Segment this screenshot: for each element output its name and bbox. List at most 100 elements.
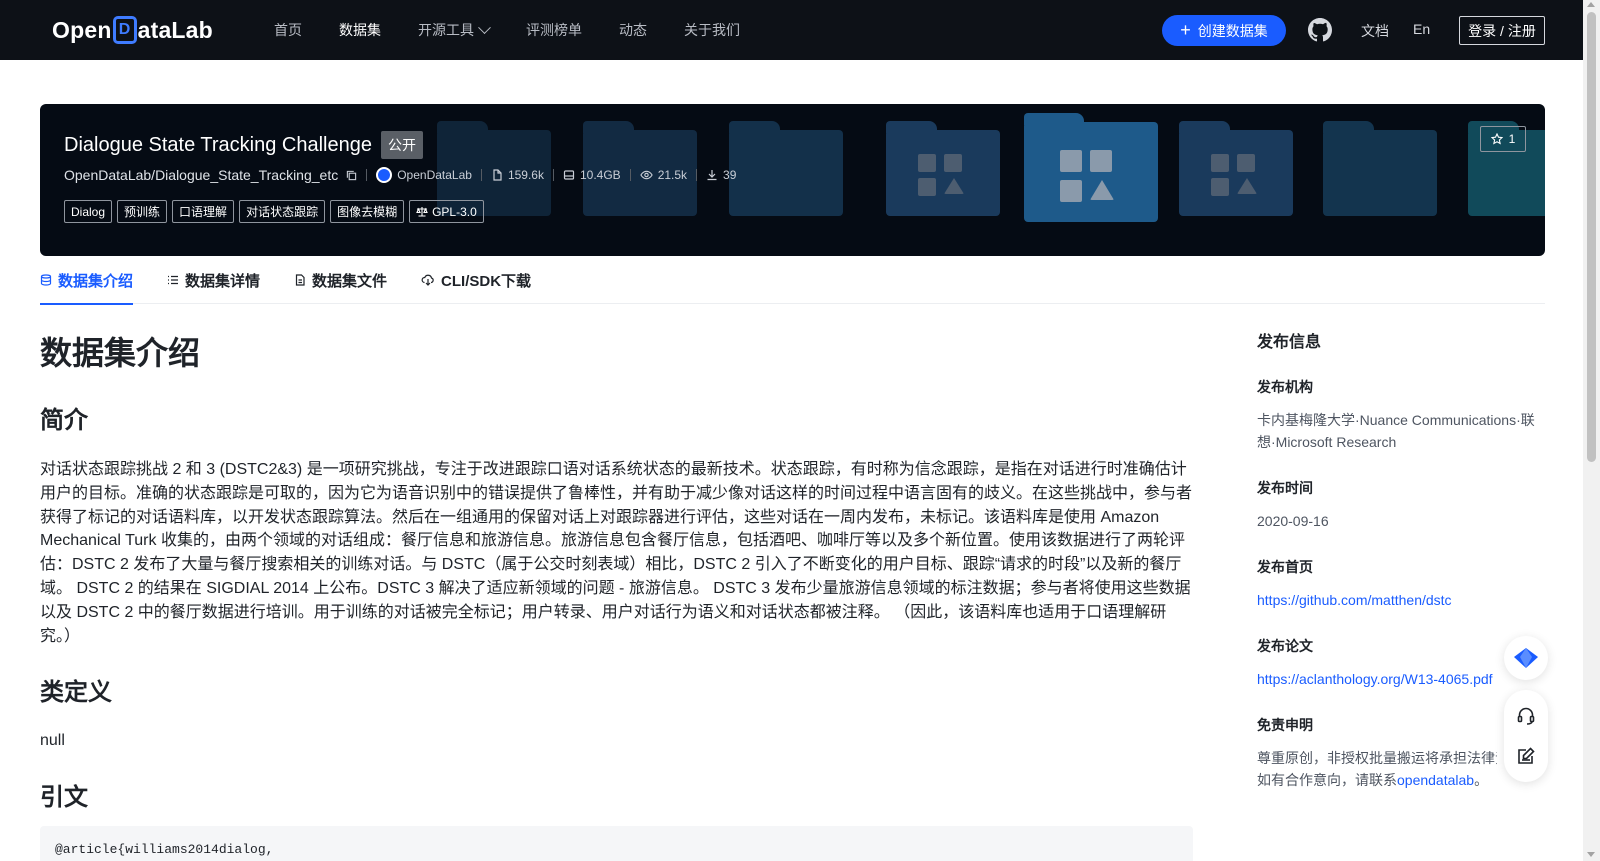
nav-item-leaderboard[interactable]: 评测榜单 [526,20,582,40]
dataset-tags: Dialog 预训练 口语理解 对话状态跟踪 图像去模糊 GPL-3.0 [64,200,489,223]
intro-paragraph: 对话状态跟踪挑战 2 和 3 (DSTC2&3) 是一项研究挑战，专注于改进跟踪… [40,461,1193,645]
nav-menu: 首页 数据集 开源工具 评测榜单 动态 关于我们 [274,0,777,60]
tab-details[interactable]: 数据集详情 [167,256,260,304]
org-value: 卡内基梅隆大学·Nuance Communications·联想·Microso… [1257,412,1535,450]
section-heading-intro: 简介 [40,407,88,434]
main-content: 数据集介绍 简介 对话状态跟踪挑战 2 和 3 (DSTC2&3) 是一项研究挑… [40,320,1193,812]
folder-decoration-icon [886,121,1000,216]
nav-item-label: 关于我们 [684,22,740,38]
feedback-edit-icon[interactable] [1516,746,1536,766]
dataset-title: Dialogue State Tracking Challenge [64,133,372,156]
meta-divider [366,169,368,181]
homepage-link[interactable]: https://github.com/matthen/dstc [1257,589,1537,611]
disclaimer-text-prefix: 如有合作意向，请联系 [1257,772,1397,788]
nav-item-about[interactable]: 关于我们 [684,20,740,40]
scroll-thumb[interactable] [1587,12,1596,462]
download-icon [707,170,717,181]
tab-label: 数据集详情 [185,272,261,290]
nav-item-news[interactable]: 动态 [619,20,647,40]
database-icon [40,274,52,286]
create-dataset-button[interactable]: + 创建数据集 [1162,15,1286,46]
page-title: 数据集介绍 [40,335,201,371]
nav-item-label: 评测榜单 [526,22,582,38]
create-dataset-label: 创建数据集 [1197,22,1268,39]
tab-cli-sdk[interactable]: CLI/SDK下载 [421,256,531,304]
floating-tools-panel [1504,690,1548,782]
paper-link[interactable]: https://aclanthology.org/W13-4065.pdf [1257,668,1537,690]
disclaimer-text-suffix: 。 [1474,772,1489,788]
login-register-button[interactable]: 登录 / 注册 [1459,16,1545,45]
tag[interactable]: 对话状态跟踪 [239,200,326,223]
paper-label: 发布论文 [1257,638,1313,654]
file-icon [295,274,305,286]
meta-divider [552,169,554,181]
dataset-path: OpenDataLab/Dialogue_State_Tracking_etc [64,167,339,183]
eye-icon [639,170,653,180]
language-switch[interactable]: En [1413,21,1430,37]
publisher-name: OpenDataLab [397,168,472,182]
nav-item-label: 开源工具 [418,22,474,38]
download-count: 39 [706,168,736,182]
license-tag[interactable]: GPL-3.0 [409,200,484,223]
folder-decoration-icon [729,121,843,216]
scroll-down-arrow-icon[interactable] [1587,852,1595,857]
dataset-tabs: 数据集介绍 数据集详情 数据集文件 CLI/SDK下载 [40,256,1545,305]
file-icon [493,169,502,181]
file-count: 159.6k [491,168,544,182]
tag[interactable]: Dialog [64,200,113,223]
page-scrollbar[interactable] [1583,0,1600,861]
folder-decoration-icon [1024,113,1158,222]
scale-icon [416,207,428,217]
nav-item-label: 首页 [274,22,302,38]
logo[interactable]: Open D ataLab [52,14,213,46]
publisher-avatar [376,167,393,183]
scroll-up-arrow-icon[interactable] [1587,2,1595,7]
star-button[interactable]: 1 [1480,126,1526,152]
contact-link[interactable]: opendatalab [1397,772,1474,788]
logo-text-datalab: ataLab [137,16,213,43]
tab-files[interactable]: 数据集文件 [294,256,387,304]
tag[interactable]: 预训练 [117,200,168,223]
meta-divider [696,169,698,181]
sidebar-title: 发布信息 [1257,334,1322,351]
dataset-banner: Dialogue State Tracking Challenge 公开 Ope… [40,104,1545,256]
tab-label: 数据集文件 [312,272,388,290]
logo-text-open: Open [52,16,112,43]
nav-item-datasets[interactable]: 数据集 [339,20,381,40]
top-nav: Open D ataLab 首页 数据集 开源工具 评测榜单 动态 关于我们 +… [0,0,1583,60]
citation-code-block[interactable]: @article{williams2014dialog, [40,826,1193,861]
chevron-down-icon [478,20,491,34]
storage-icon [563,170,575,180]
cloud-download-icon [421,274,434,286]
section-heading-citation: 引文 [40,784,88,812]
assistant-button[interactable] [1504,636,1548,680]
disclaimer-text-line1: 尊重原创，非授权批量搬运将承担法律责 [1257,750,1497,766]
dataset-size: 10.4GB [563,168,621,182]
tab-label: CLI/SDK下载 [441,272,532,290]
tab-intro[interactable]: 数据集介绍 [40,256,134,305]
date-label: 发布时间 [1257,480,1313,496]
date-value: 2020-09-16 [1257,513,1329,529]
nav-item-home[interactable]: 首页 [274,20,302,40]
nav-item-label: 数据集 [339,22,381,38]
copy-icon[interactable] [346,170,357,181]
star-icon [1490,133,1503,145]
github-icon[interactable] [1308,18,1332,42]
publisher-info[interactable]: OpenDataLab [376,167,472,183]
org-label: 发布机构 [1257,379,1313,395]
folder-decoration-icon [1179,121,1293,216]
dataset-meta-row: OpenDataLab/Dialogue_State_Tracking_etc … [64,167,736,183]
file-count-value: 159.6k [507,168,544,182]
folder-decoration-icon [1323,121,1437,216]
nav-docs-link[interactable]: 文档 [1361,21,1389,41]
list-icon [168,275,179,285]
license-label: GPL-3.0 [432,204,477,219]
view-count: 21.5k [639,168,687,182]
diamond-logo-icon [1514,648,1538,668]
section-heading-classes: 类定义 [40,679,112,707]
tag[interactable]: 口语理解 [172,200,235,223]
headset-icon[interactable] [1516,706,1536,726]
tag[interactable]: 图像去模糊 [330,200,405,223]
nav-item-tools[interactable]: 开源工具 [418,20,491,40]
disclaimer-label: 免责申明 [1257,717,1313,733]
